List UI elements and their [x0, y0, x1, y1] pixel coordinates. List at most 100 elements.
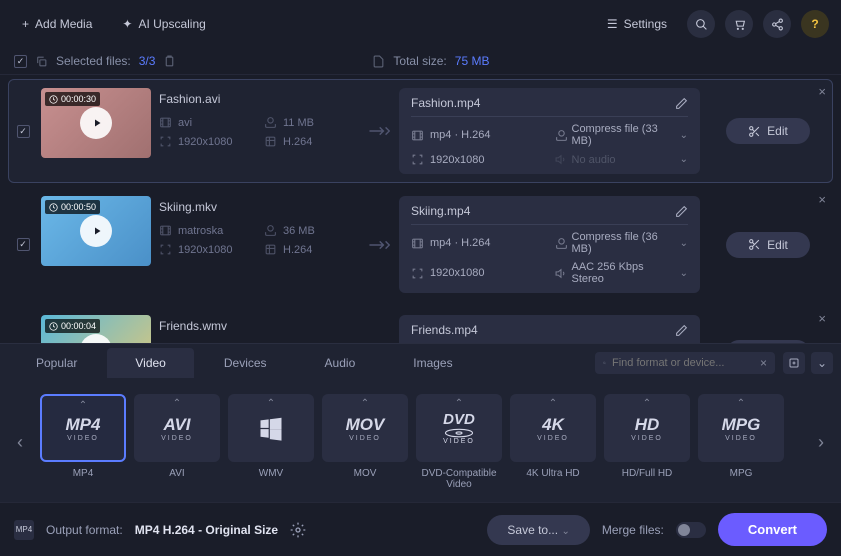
ai-upscaling-label: AI Upscaling — [138, 17, 205, 31]
format-caption: MOV — [354, 468, 377, 479]
add-media-button[interactable]: + Add Media — [12, 12, 102, 36]
rename-button[interactable] — [675, 97, 688, 110]
add-media-label: Add Media — [35, 17, 92, 31]
format-cards: ‹ ⌃ MP4VIDEO MP4 ⌃ AVIVIDEO AVI ⌃ WMV ⌃ … — [0, 382, 841, 502]
output-resolution: 1920x1080 — [411, 261, 545, 285]
rename-button[interactable] — [675, 205, 688, 218]
output-panel: Friends.mp4 mp4 · H.264 Compress file (5… — [399, 315, 700, 343]
file-checkbox[interactable]: ✓ — [17, 238, 30, 251]
help-button[interactable]: ? — [801, 10, 829, 38]
format-card-avi[interactable]: ⌃ AVIVIDEO AVI — [134, 394, 220, 490]
top-bar: + Add Media ✦ AI Upscaling ☰ Settings ? — [0, 0, 841, 48]
format-badge-icon: MP4 — [14, 520, 34, 540]
output-format: mp4 · H.264 — [411, 123, 545, 147]
compress-dropdown[interactable]: Compress file (36 MB)⌄ — [555, 231, 689, 255]
format-card-wmv[interactable]: ⌃ WMV — [228, 394, 314, 490]
compress-dropdown[interactable]: Compress file (33 MB)⌄ — [555, 123, 689, 147]
cards-next-button[interactable]: › — [809, 412, 833, 472]
audio-dropdown[interactable]: No audio⌄ — [555, 153, 689, 166]
rename-button[interactable] — [675, 324, 688, 337]
audio-dropdown[interactable]: AAC 256 Kbps Stereo⌄ — [555, 261, 689, 285]
convert-button[interactable]: Convert — [718, 513, 827, 546]
file-thumbnail: 00:00:04 — [41, 315, 151, 343]
arrow-icon — [359, 196, 399, 293]
select-all-checkbox[interactable]: ✓ — [14, 55, 27, 68]
tab-devices[interactable]: Devices — [196, 348, 295, 378]
collapse-panel-button[interactable]: ⌄ — [811, 352, 833, 374]
clipboard-icon[interactable] — [163, 55, 176, 68]
tab-popular[interactable]: Popular — [8, 348, 105, 378]
format-caption: 4K Ultra HD — [526, 468, 579, 479]
selected-count: 3/3 — [139, 54, 156, 68]
file-checkbox[interactable]: ✓ — [17, 125, 30, 138]
format-card-mpg[interactable]: ⌃ MPGVIDEO MPG — [698, 394, 784, 490]
output-format: mp4 · H.264 — [411, 231, 545, 255]
search-button[interactable] — [687, 10, 715, 38]
tab-audio[interactable]: Audio — [297, 348, 384, 378]
status-bar: ✓ Selected files: 3/3 Total size: 75 MB — [0, 48, 841, 75]
remove-file-button[interactable]: × — [818, 311, 826, 326]
chevron-up-icon: ⌃ — [267, 398, 275, 409]
edit-button[interactable]: Edit — [726, 340, 810, 344]
cards-prev-button[interactable]: ‹ — [8, 412, 32, 472]
copy-icon — [35, 55, 48, 68]
output-filename: Skiing.mp4 — [411, 204, 667, 218]
merge-toggle[interactable] — [676, 522, 706, 538]
sparkle-icon: ✦ — [122, 17, 132, 31]
file-row[interactable]: × ✓ 00:00:30 Fashion.avi avi 11 MB 1920x… — [8, 79, 833, 183]
cart-button[interactable] — [725, 10, 753, 38]
duration-badge: 00:00:50 — [45, 200, 100, 214]
source-info: Fashion.avi avi 11 MB 1920x1080 H.264 — [159, 88, 359, 174]
output-format-label: Output format: — [46, 523, 123, 537]
chevron-up-icon: ⌃ — [173, 398, 181, 409]
clear-search-icon[interactable]: × — [760, 356, 767, 370]
remove-file-button[interactable]: × — [818, 192, 826, 207]
file-icon — [372, 55, 385, 68]
gear-icon[interactable] — [290, 522, 306, 538]
source-resolution: 1920x1080 — [159, 243, 254, 256]
source-filename: Friends.wmv — [159, 319, 359, 333]
format-card-dvd[interactable]: ⌃ DVDVIDEO DVD-Compatible Video — [416, 394, 502, 490]
file-row[interactable]: × ✓ 00:00:50 Skiing.mkv matroska 36 MB 1… — [8, 187, 833, 302]
edit-button[interactable]: Edit — [726, 232, 810, 258]
settings-button[interactable]: ☰ Settings — [597, 12, 677, 36]
file-thumbnail: 00:00:30 — [41, 88, 151, 158]
source-codec: H.264 — [264, 243, 359, 256]
output-resolution: 1920x1080 — [411, 153, 545, 166]
arrow-icon — [359, 315, 399, 343]
format-card-hd[interactable]: ⌃ HDVIDEO HD/Full HD — [604, 394, 690, 490]
format-caption: MPG — [730, 468, 753, 479]
source-filename: Skiing.mkv — [159, 200, 359, 214]
edit-button[interactable]: Edit — [726, 118, 810, 144]
format-caption: HD/Full HD — [622, 468, 673, 479]
play-button[interactable] — [80, 215, 112, 247]
format-search[interactable]: × — [595, 352, 775, 374]
format-panel: Popular Video Devices Audio Images × ⌄ ‹… — [0, 343, 841, 502]
expand-presets-button[interactable] — [783, 352, 805, 374]
format-card-mp4[interactable]: ⌃ MP4VIDEO MP4 — [40, 394, 126, 490]
source-codec: H.264 — [264, 135, 359, 148]
play-button[interactable] — [80, 107, 112, 139]
play-button[interactable] — [80, 334, 112, 343]
selected-label: Selected files: — [56, 54, 131, 68]
remove-file-button[interactable]: × — [818, 84, 826, 99]
chevron-up-icon: ⌃ — [455, 398, 463, 409]
file-row[interactable]: × ✓ 00:00:04 Friends.wmv asf 3 MB 1920x1… — [8, 306, 833, 343]
bottom-bar: MP4 Output format: MP4 H.264 - Original … — [0, 502, 841, 556]
format-tabs: Popular Video Devices Audio Images × ⌄ — [0, 344, 841, 382]
format-caption: WMV — [259, 468, 283, 479]
save-to-button[interactable]: Save to... ⌄ — [487, 515, 589, 545]
tab-images[interactable]: Images — [385, 348, 480, 378]
plus-icon: + — [22, 17, 29, 31]
file-thumbnail: 00:00:50 — [41, 196, 151, 266]
format-search-input[interactable] — [612, 357, 754, 369]
menu-icon: ☰ — [607, 17, 618, 31]
format-card-4k[interactable]: ⌃ 4KVIDEO 4K Ultra HD — [510, 394, 596, 490]
format-caption: DVD-Compatible Video — [416, 468, 502, 490]
ai-upscaling-button[interactable]: ✦ AI Upscaling — [112, 12, 215, 36]
share-button[interactable] — [763, 10, 791, 38]
settings-label: Settings — [624, 17, 667, 31]
source-container: avi — [159, 116, 254, 129]
format-card-mov[interactable]: ⌃ MOVVIDEO MOV — [322, 394, 408, 490]
tab-video[interactable]: Video — [107, 348, 193, 378]
